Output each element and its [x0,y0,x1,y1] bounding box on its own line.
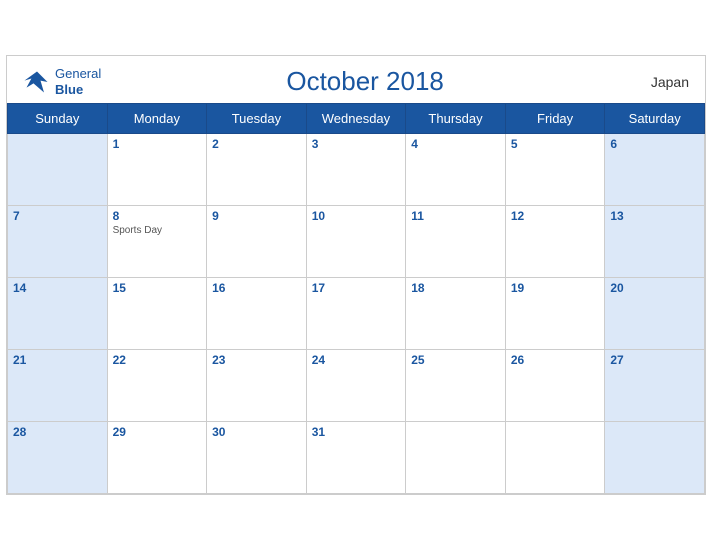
calendar-body: 12345678Sports Day9101112131415161718192… [8,134,705,494]
day-number: 21 [13,353,102,367]
week-row-1: 78 Sports Day 9 10 11 12 13 [8,206,705,278]
table-row: 2 [207,134,307,206]
table-row: 6 [605,134,705,206]
day-number: 30 [212,425,301,439]
table-row: 22 [107,350,207,422]
table-row: 12 [505,206,605,278]
day-number: 31 [312,425,401,439]
table-row: 14 [8,278,108,350]
day-number: 7 [13,209,102,223]
week-row-4: 28 29 30 31 [8,422,705,494]
logo-area: General Blue [23,66,101,97]
day-number: 16 [212,281,301,295]
table-row: 17 [306,278,406,350]
table-row: 8 Sports Day [107,206,207,278]
table-row: 26 [505,350,605,422]
day-number: 17 [312,281,401,295]
day-number: 12 [511,209,600,223]
table-row: 31 [306,422,406,494]
table-row: 15 [107,278,207,350]
calendar-container: General Blue October 2018 Japan Sunday M… [6,55,706,495]
table-row: 13 [605,206,705,278]
day-number: 25 [411,353,500,367]
week-row-0: 123456 [8,134,705,206]
header-wednesday: Wednesday [306,104,406,134]
table-row [406,422,506,494]
header-tuesday: Tuesday [207,104,307,134]
table-row: 19 [505,278,605,350]
table-row: 11 [406,206,506,278]
day-number: 9 [212,209,301,223]
table-row [505,422,605,494]
day-number: 22 [113,353,202,367]
day-number: 23 [212,353,301,367]
table-row: 7 [8,206,108,278]
calendar-grid: Sunday Monday Tuesday Wednesday Thursday… [7,103,705,494]
day-number: 3 [312,137,401,151]
header-thursday: Thursday [406,104,506,134]
day-number: 20 [610,281,699,295]
day-number: 13 [610,209,699,223]
day-number: 1 [113,137,202,151]
day-number: 15 [113,281,202,295]
table-row: 27 [605,350,705,422]
day-number: 10 [312,209,401,223]
day-number: 18 [411,281,500,295]
table-row: 24 [306,350,406,422]
holiday-label: Sports Day [113,225,202,236]
day-number: 28 [13,425,102,439]
table-row: 16 [207,278,307,350]
day-number: 19 [511,281,600,295]
table-row: 29 [107,422,207,494]
day-number: 2 [212,137,301,151]
table-row: 25 [406,350,506,422]
country-label: Japan [629,74,689,90]
header-saturday: Saturday [605,104,705,134]
day-number: 14 [13,281,102,295]
day-number: 4 [411,137,500,151]
table-row: 1 [107,134,207,206]
logo-bird-icon [23,68,51,96]
table-row: 23 [207,350,307,422]
logo-text: General Blue [55,66,101,97]
calendar-header: General Blue October 2018 Japan [7,56,705,103]
table-row: 21 [8,350,108,422]
header-friday: Friday [505,104,605,134]
week-row-2: 14 15 16 17 18 19 20 [8,278,705,350]
table-row: 4 [406,134,506,206]
day-number: 29 [113,425,202,439]
table-row: 3 [306,134,406,206]
table-row: 20 [605,278,705,350]
day-number: 24 [312,353,401,367]
table-row: 5 [505,134,605,206]
calendar-title: October 2018 [101,66,629,97]
table-row: 30 [207,422,307,494]
table-row: 9 [207,206,307,278]
table-row [605,422,705,494]
weekday-header-row: Sunday Monday Tuesday Wednesday Thursday… [8,104,705,134]
table-row: 18 [406,278,506,350]
table-row: 10 [306,206,406,278]
header-sunday: Sunday [8,104,108,134]
table-row: 28 [8,422,108,494]
header-monday: Monday [107,104,207,134]
day-number: 26 [511,353,600,367]
day-number: 11 [411,209,500,223]
table-row [8,134,108,206]
day-number: 27 [610,353,699,367]
day-number: 5 [511,137,600,151]
day-number: 6 [610,137,699,151]
week-row-3: 21 22 23 24 25 26 27 [8,350,705,422]
day-number: 8 [113,209,202,223]
